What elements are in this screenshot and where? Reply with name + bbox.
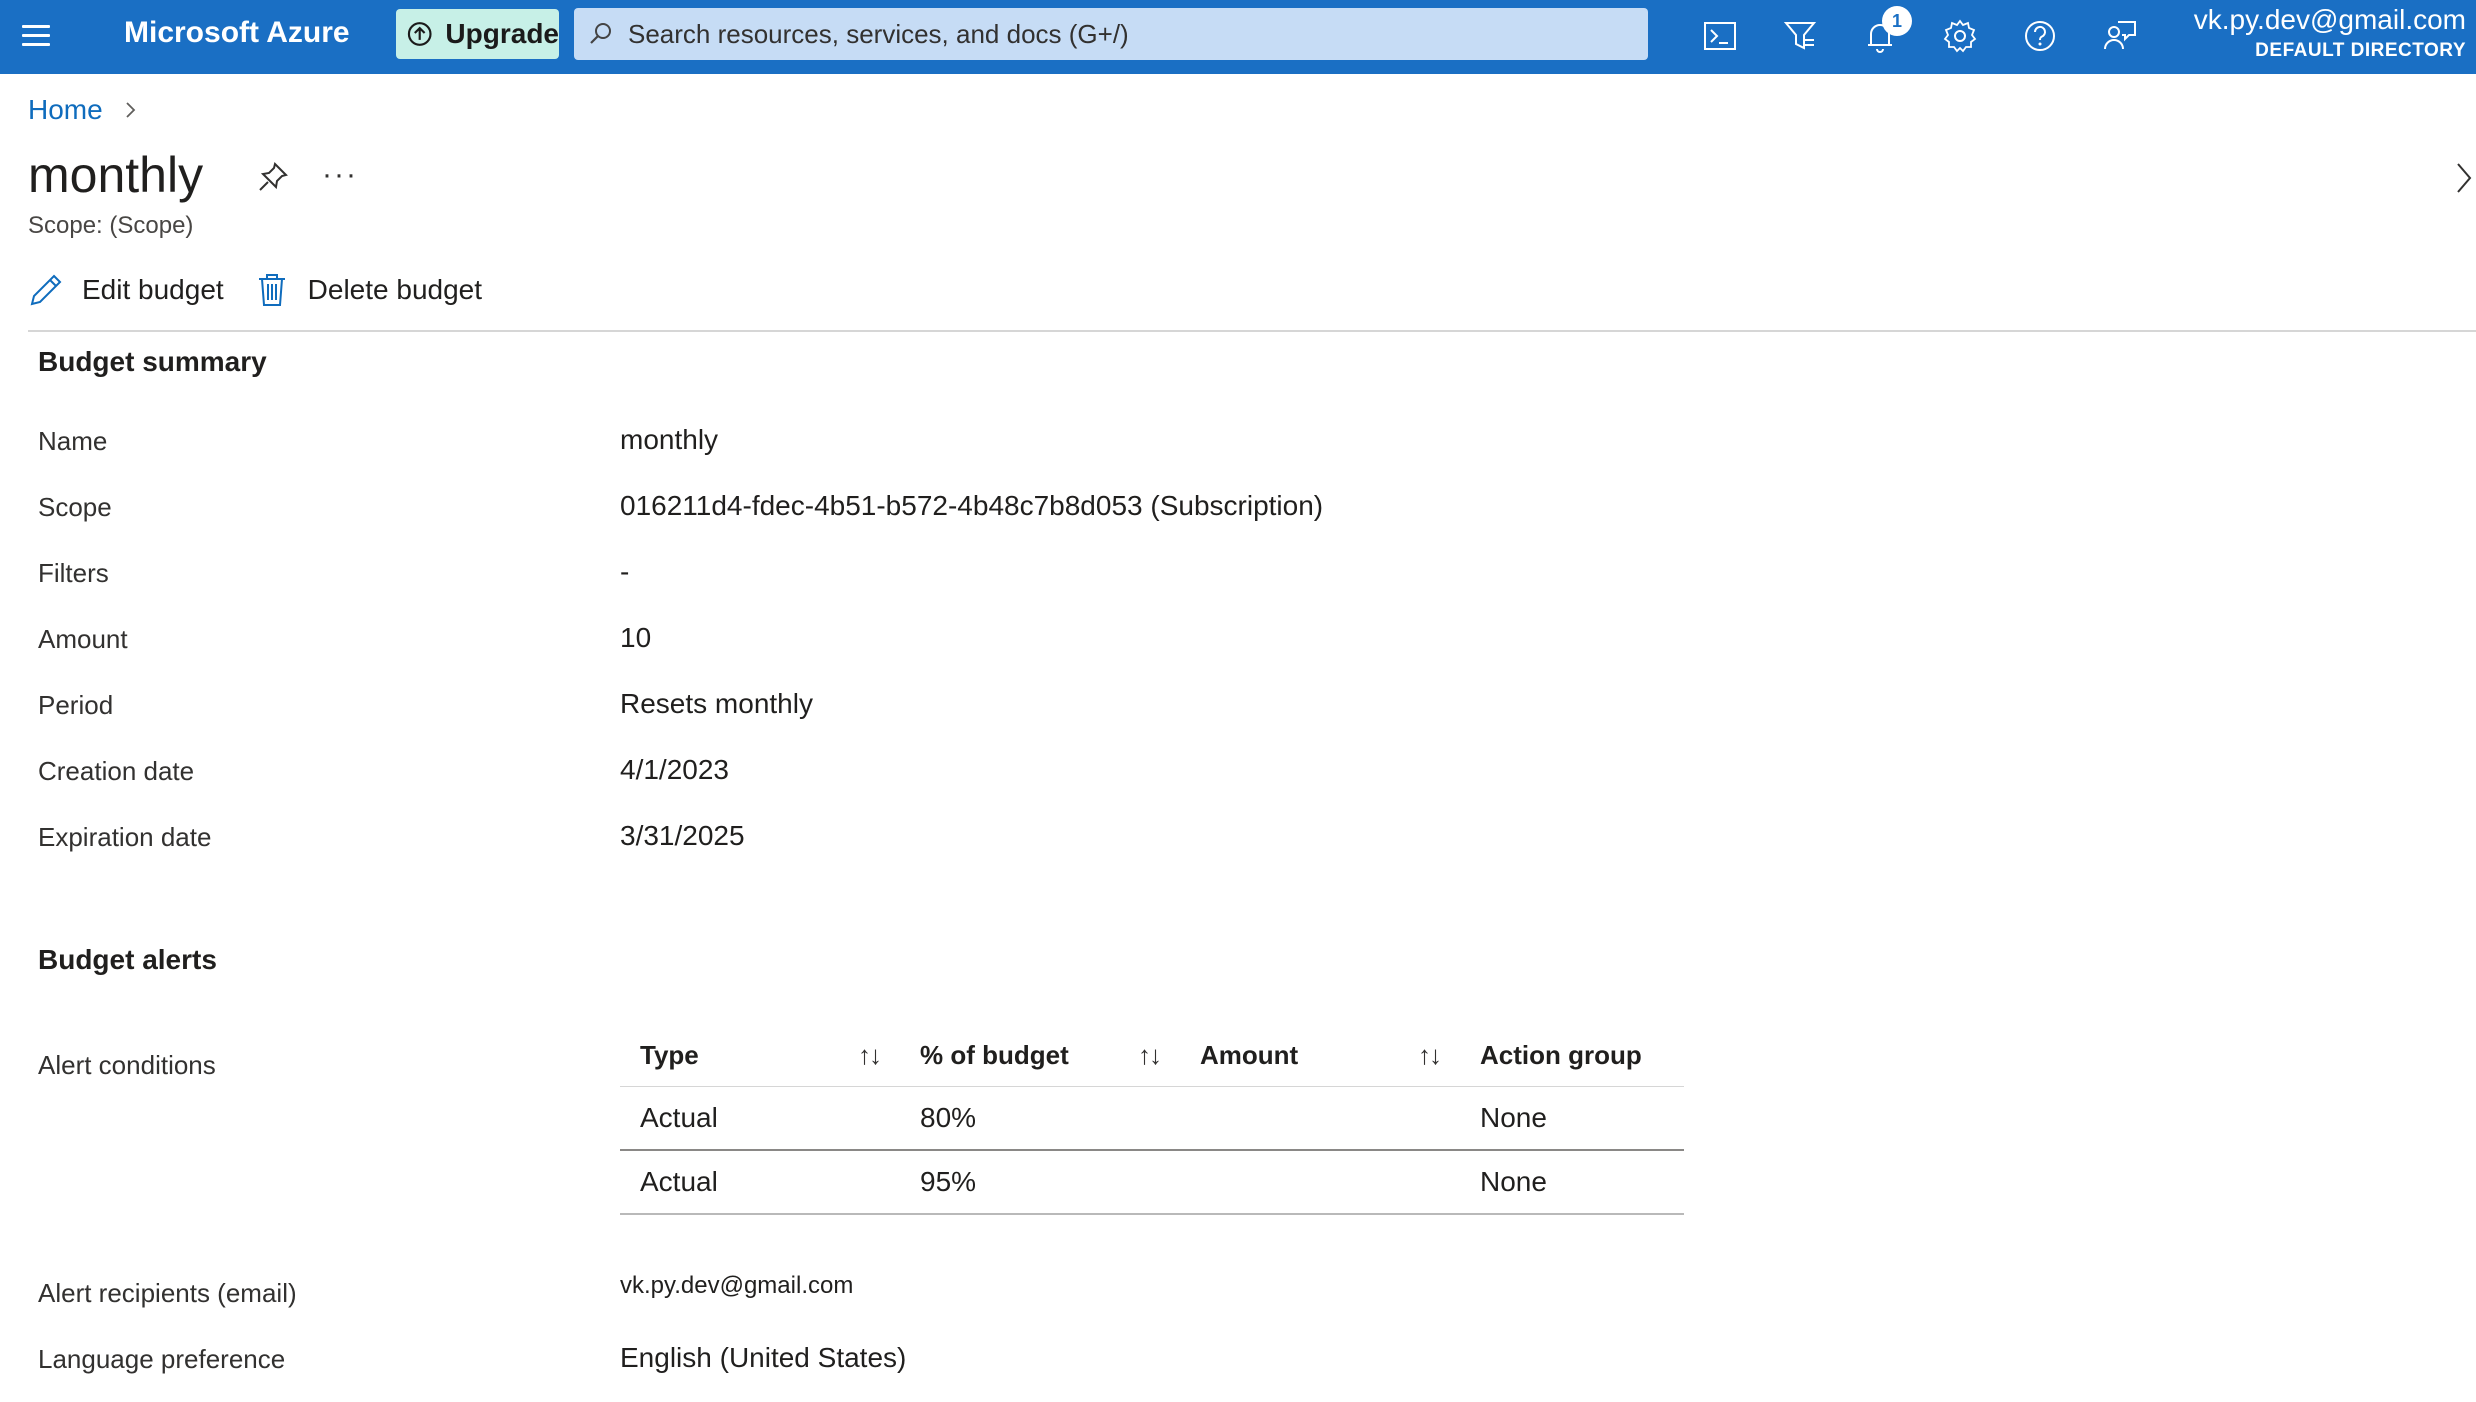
cell-percent: 95% bbox=[900, 1150, 1180, 1215]
account-directory: DEFAULT DIRECTORY bbox=[2255, 40, 2466, 61]
alert-recipients-label: Alert recipients (email) bbox=[38, 1278, 297, 1308]
budget-alerts-heading: Budget alerts bbox=[38, 944, 217, 975]
summary-label: Expiration date bbox=[38, 822, 212, 852]
upgrade-label: Upgrade bbox=[445, 18, 559, 49]
summary-value: - bbox=[620, 556, 630, 587]
summary-value: 10 bbox=[620, 622, 652, 653]
summary-label: Creation date bbox=[38, 756, 195, 786]
pin-icon[interactable] bbox=[256, 160, 290, 194]
upgrade-button[interactable]: Upgrade bbox=[396, 9, 559, 59]
search-input[interactable] bbox=[626, 17, 1590, 51]
language-preference-label: Language preference bbox=[38, 1344, 286, 1374]
table-row: Actual 95% None bbox=[620, 1150, 1684, 1215]
upgrade-icon bbox=[407, 22, 432, 46]
delete-icon bbox=[258, 274, 285, 306]
help-icon bbox=[2025, 21, 2055, 51]
summary-value: 4/1/2023 bbox=[620, 754, 729, 785]
sort-icon[interactable]: ↑↓ bbox=[1418, 1040, 1442, 1071]
language-preference-value: English (United States) bbox=[620, 1342, 907, 1373]
chevron-right-icon bbox=[126, 102, 135, 118]
more-options-button[interactable]: ··· bbox=[322, 158, 358, 192]
delete-budget-button[interactable]: Delete budget bbox=[254, 272, 482, 308]
summary-value: Resets monthly bbox=[620, 688, 813, 719]
summary-value: monthly bbox=[620, 424, 719, 455]
delete-budget-label: Delete budget bbox=[307, 274, 483, 305]
column-label: % of budget bbox=[920, 1039, 1069, 1070]
settings-icon bbox=[1943, 19, 1977, 53]
summary-label: Filters bbox=[38, 558, 109, 588]
search-icon bbox=[590, 23, 611, 44]
summary-label: Scope bbox=[38, 492, 112, 522]
column-header-amount[interactable]: Amount ↑↓ bbox=[1180, 1024, 1460, 1087]
page-subtitle: Scope: (Scope) bbox=[28, 212, 194, 239]
help-button[interactable] bbox=[2018, 14, 2062, 58]
summary-label: Period bbox=[38, 690, 114, 720]
sort-icon[interactable]: ↑↓ bbox=[1138, 1040, 1162, 1071]
edit-icon bbox=[30, 274, 62, 306]
feedback-button[interactable] bbox=[2098, 14, 2142, 58]
brand-title[interactable]: Microsoft Azure bbox=[124, 16, 350, 50]
edit-budget-label: Edit budget bbox=[82, 274, 224, 305]
cell-type: Actual bbox=[620, 1150, 900, 1215]
column-header-percent[interactable]: % of budget ↑↓ bbox=[900, 1024, 1180, 1087]
account-email: vk.py.dev@gmail.com bbox=[2193, 4, 2466, 35]
breadcrumb: Home bbox=[28, 94, 139, 126]
alert-recipients-value: vk.py.dev@gmail.com bbox=[620, 1272, 854, 1299]
cloud-shell-icon bbox=[1704, 22, 1736, 50]
edit-budget-button[interactable]: Edit budget bbox=[28, 272, 224, 308]
feedback-icon bbox=[2104, 21, 2136, 50]
command-bar: Edit budget Delete budget bbox=[28, 272, 512, 308]
cell-amount bbox=[1180, 1086, 1460, 1151]
sort-icon[interactable]: ↑↓ bbox=[858, 1040, 882, 1071]
directory-filter-button[interactable] bbox=[1778, 14, 1822, 58]
column-header-action-group: Action group bbox=[1460, 1024, 1684, 1087]
divider bbox=[28, 330, 2476, 332]
cell-action-group: None bbox=[1460, 1086, 1684, 1151]
column-header-type[interactable]: Type ↑↓ bbox=[620, 1024, 900, 1087]
column-label: Amount bbox=[1200, 1039, 1299, 1070]
top-bar: Microsoft Azure Upgrade 1 bbox=[0, 0, 2476, 74]
summary-label: Name bbox=[38, 426, 108, 456]
chevron-right-icon[interactable] bbox=[2452, 160, 2476, 196]
cell-amount bbox=[1180, 1150, 1460, 1215]
notifications-button[interactable]: 1 bbox=[1858, 6, 1912, 58]
breadcrumb-home-link[interactable]: Home bbox=[28, 94, 103, 126]
page-title: monthly bbox=[28, 147, 204, 203]
column-label: Action group bbox=[1480, 1039, 1642, 1070]
column-label: Type bbox=[640, 1039, 699, 1070]
notification-count-badge: 1 bbox=[1882, 6, 1912, 36]
settings-button[interactable] bbox=[1938, 14, 1982, 58]
cloud-shell-button[interactable] bbox=[1698, 14, 1742, 58]
cell-percent: 80% bbox=[900, 1086, 1180, 1151]
menu-icon[interactable] bbox=[18, 19, 54, 55]
alert-conditions-table: Type ↑↓ % of budget ↑↓ Amount ↑↓ Action gro… bbox=[620, 1024, 1684, 1215]
cell-action-group: None bbox=[1460, 1150, 1684, 1215]
table-row: Actual 80% None bbox=[620, 1086, 1684, 1151]
summary-value: 016211d4-fdec-4b51-b572-4b48c7b8d053 (Su… bbox=[620, 490, 1324, 521]
summary-value: 3/31/2025 bbox=[620, 820, 745, 851]
account-menu[interactable]: vk.py.dev@gmail.com DEFAULT DIRECTORY bbox=[2194, 4, 2466, 62]
budget-summary-heading: Budget summary bbox=[38, 346, 267, 377]
cell-type: Actual bbox=[620, 1086, 900, 1151]
directory-filter-icon bbox=[1783, 22, 1817, 50]
alert-conditions-label: Alert conditions bbox=[38, 1050, 216, 1080]
search-box[interactable] bbox=[574, 8, 1648, 60]
summary-label: Amount bbox=[38, 624, 128, 654]
